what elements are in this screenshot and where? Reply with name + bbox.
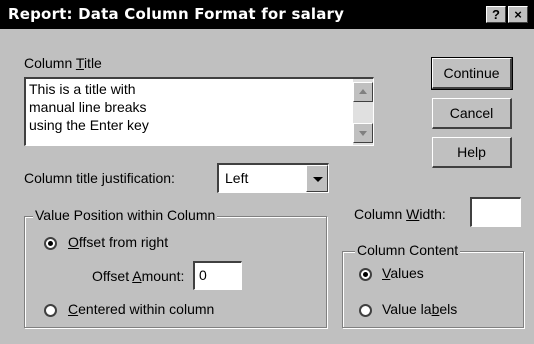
arrow-up-icon <box>359 89 367 94</box>
offset-from-right-radio[interactable] <box>44 237 57 250</box>
justification-dropdown-button[interactable] <box>306 165 328 192</box>
title-bar[interactable]: Report: Data Column Format for salary ? … <box>0 0 534 29</box>
help-question-button[interactable]: ? <box>486 6 506 23</box>
offset-amount-label: Offset Amount: <box>92 268 185 284</box>
value-labels-radio[interactable] <box>359 304 372 317</box>
centered-within-column-radio[interactable] <box>44 304 57 317</box>
help-button[interactable]: Help <box>432 137 512 168</box>
arrow-down-icon <box>359 131 367 136</box>
justification-select[interactable]: Left <box>217 163 329 193</box>
offset-from-right-label[interactable]: Offset from right <box>68 234 168 250</box>
offset-amount-value: 0 <box>199 267 207 283</box>
column-title-text: This is a title with manual line breaks … <box>29 81 149 133</box>
offset-amount-input[interactable]: 0 <box>193 261 242 290</box>
column-content-group-title: Column Content <box>355 242 461 258</box>
value-position-group-title: Value Position within Column <box>33 207 218 223</box>
close-button[interactable]: × <box>508 6 528 23</box>
column-width-input[interactable] <box>470 197 521 227</box>
continue-button[interactable]: Continue <box>431 57 513 90</box>
chevron-down-icon <box>313 177 323 182</box>
values-radio[interactable] <box>359 268 372 281</box>
scroll-up-button[interactable] <box>353 82 373 102</box>
values-label[interactable]: Values <box>382 265 424 281</box>
scroll-down-button[interactable] <box>353 123 373 143</box>
value-labels-label[interactable]: Value labels <box>382 301 457 317</box>
column-title-textarea[interactable]: This is a title with manual line breaks … <box>24 77 374 146</box>
column-title-scrollbar[interactable] <box>353 79 373 145</box>
cancel-button[interactable]: Cancel <box>432 98 512 129</box>
justification-value: Left <box>225 170 249 186</box>
dialog-window: Report: Data Column Format for salary ? … <box>0 0 534 344</box>
column-title-label: Column Title <box>24 55 102 71</box>
column-width-label: Column Width: <box>354 206 446 222</box>
centered-within-column-label[interactable]: Centered within column <box>68 301 214 317</box>
window-title: Report: Data Column Format for salary <box>8 5 345 23</box>
justification-label: Column title justification: <box>24 170 175 186</box>
